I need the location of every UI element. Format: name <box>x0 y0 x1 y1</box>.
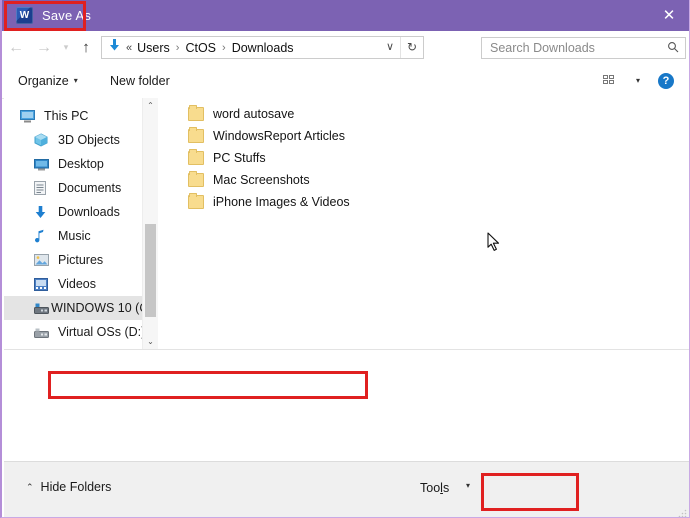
chevron-down-icon[interactable]: ∨ <box>379 37 401 58</box>
resize-grip-icon[interactable] <box>678 507 687 516</box>
pictures-icon <box>34 254 56 266</box>
help-icon[interactable]: ? <box>658 73 674 89</box>
cube-icon <box>34 133 56 147</box>
hide-folders-button[interactable]: ⌃ Hide Folders <box>26 480 111 494</box>
refresh-icon[interactable]: ↻ <box>400 37 423 58</box>
hide-folders-label: Hide Folders <box>41 480 112 494</box>
save-as-dialog: Save As ✕ ← → ▾ ↑ « Users › CtOS › Downl… <box>0 0 690 518</box>
hard-drive-icon <box>34 303 49 314</box>
documents-icon <box>34 181 56 195</box>
sidebar-item-label: WINDOWS 10 (C:) <box>49 301 156 315</box>
sidebar-item-documents[interactable]: Documents <box>4 176 156 200</box>
search-box[interactable]: Search Downloads <box>481 37 686 59</box>
tools-caret-icon[interactable]: ▾ <box>466 481 470 490</box>
view-options-caret-icon[interactable]: ▾ <box>636 64 640 98</box>
videos-icon <box>34 278 56 291</box>
sidebar-item-label: Music <box>56 229 91 243</box>
sidebar-item-desktop[interactable]: Desktop <box>4 152 156 176</box>
downloads-arrow-icon <box>34 205 56 219</box>
chevron-up-icon: ⌃ <box>26 482 41 493</box>
chevron-down-icon: ▾ <box>69 76 78 85</box>
search-input[interactable]: Search Downloads <box>482 41 661 55</box>
mouse-cursor-icon <box>487 232 501 252</box>
word-app-icon <box>16 7 33 24</box>
sidebar-item-music[interactable]: Music <box>4 224 156 248</box>
tools-button[interactable]: Tools <box>420 481 449 495</box>
sidebar-item-windows-10-c[interactable]: WINDOWS 10 (C:) <box>4 296 156 320</box>
sidebar-item-3d-objects[interactable]: 3D Objects <box>4 128 156 152</box>
sidebar-item-label: Videos <box>56 277 96 291</box>
recent-locations-button[interactable]: ▾ <box>58 31 74 64</box>
sidebar-item-pictures[interactable]: Pictures <box>4 248 156 272</box>
sidebar-item-label: 3D Objects <box>56 133 120 147</box>
breadcrumb-separator-icon: › <box>217 42 231 54</box>
breadcrumb-users[interactable]: Users <box>136 41 171 55</box>
breadcrumb-downloads[interactable]: Downloads <box>231 41 295 55</box>
monitor-icon <box>20 110 42 123</box>
file-name: word autosave <box>213 107 294 121</box>
folder-tree: This PC 3D Objects <box>4 98 156 344</box>
close-icon[interactable]: ✕ <box>646 0 690 31</box>
navigation-pane: This PC 3D Objects <box>4 98 156 349</box>
file-name: iPhone Images & Videos <box>213 195 350 209</box>
breadcrumb-separator-icon: › <box>171 42 185 54</box>
sidebar-item-this-pc[interactable]: This PC <box>4 104 156 128</box>
breadcrumb-ctos[interactable]: CtOS <box>184 41 217 55</box>
folder-icon <box>188 107 204 121</box>
up-button[interactable]: ↑ <box>74 31 98 64</box>
search-icon <box>661 41 685 56</box>
folder-icon <box>188 195 204 209</box>
folder-icon <box>188 151 204 165</box>
file-list: word autosave WindowsReport Articles PC … <box>158 98 689 213</box>
scroll-down-icon[interactable]: ⌄ <box>143 334 158 349</box>
sidebar-item-videos[interactable]: Videos <box>4 272 156 296</box>
title-bar: Save As ✕ <box>2 0 690 31</box>
back-button[interactable]: ← <box>2 31 30 64</box>
sidebar-item-label: This PC <box>42 109 88 123</box>
forward-button[interactable]: → <box>30 31 58 64</box>
music-note-icon <box>34 229 56 243</box>
sidebar-item-label: Pictures <box>56 253 103 267</box>
scroll-up-icon[interactable]: ⌃ <box>143 98 158 113</box>
download-arrow-icon <box>102 37 126 58</box>
file-name: Mac Screenshots <box>213 173 310 187</box>
list-item[interactable]: WindowsReport Articles <box>158 125 689 147</box>
address-bar[interactable]: « Users › CtOS › Downloads ∨ ↻ <box>101 36 424 59</box>
dialog-footer: ⌃ Hide Folders Tools ▾ Save Cancel <box>4 461 690 518</box>
sidebar-item-label: Desktop <box>56 157 104 171</box>
save-form: File name: Test.docm ∨ Save as type: Wor… <box>4 350 690 460</box>
list-item[interactable]: iPhone Images & Videos <box>158 191 689 213</box>
sidebar-item-virtual-oss-d[interactable]: Virtual OSs (D:) <box>4 320 156 344</box>
list-item[interactable]: Mac Screenshots <box>158 169 689 191</box>
command-bar: Organize▾ New folder ▾ ? <box>2 64 690 99</box>
sidebar-item-label: Virtual OSs (D:) <box>56 325 145 339</box>
sidebar-item-downloads[interactable]: Downloads <box>4 200 156 224</box>
list-item[interactable]: word autosave <box>158 103 689 125</box>
hard-drive-icon <box>34 327 56 338</box>
file-list-pane: word autosave WindowsReport Articles PC … <box>158 98 689 349</box>
file-name: WindowsReport Articles <box>213 129 345 143</box>
window-title: Save As <box>42 8 91 23</box>
new-folder-button[interactable]: New folder <box>110 64 170 98</box>
path-overflow-chevrons[interactable]: « <box>126 42 136 54</box>
file-name: PC Stuffs <box>213 151 266 165</box>
organize-label: Organize <box>18 74 69 88</box>
desktop-icon <box>34 158 56 171</box>
folder-icon <box>188 129 204 143</box>
view-layout-icon[interactable] <box>603 75 618 87</box>
list-item[interactable]: PC Stuffs <box>158 147 689 169</box>
sidebar-item-label: Downloads <box>56 205 120 219</box>
navigation-pane-scrollbar[interactable]: ⌃ ⌄ <box>142 98 158 349</box>
organize-button[interactable]: Organize▾ <box>18 64 78 98</box>
folder-icon <box>188 173 204 187</box>
title-bar-left: Save As <box>10 0 105 31</box>
sidebar-item-label: Documents <box>56 181 121 195</box>
scrollbar-thumb[interactable] <box>145 224 156 317</box>
